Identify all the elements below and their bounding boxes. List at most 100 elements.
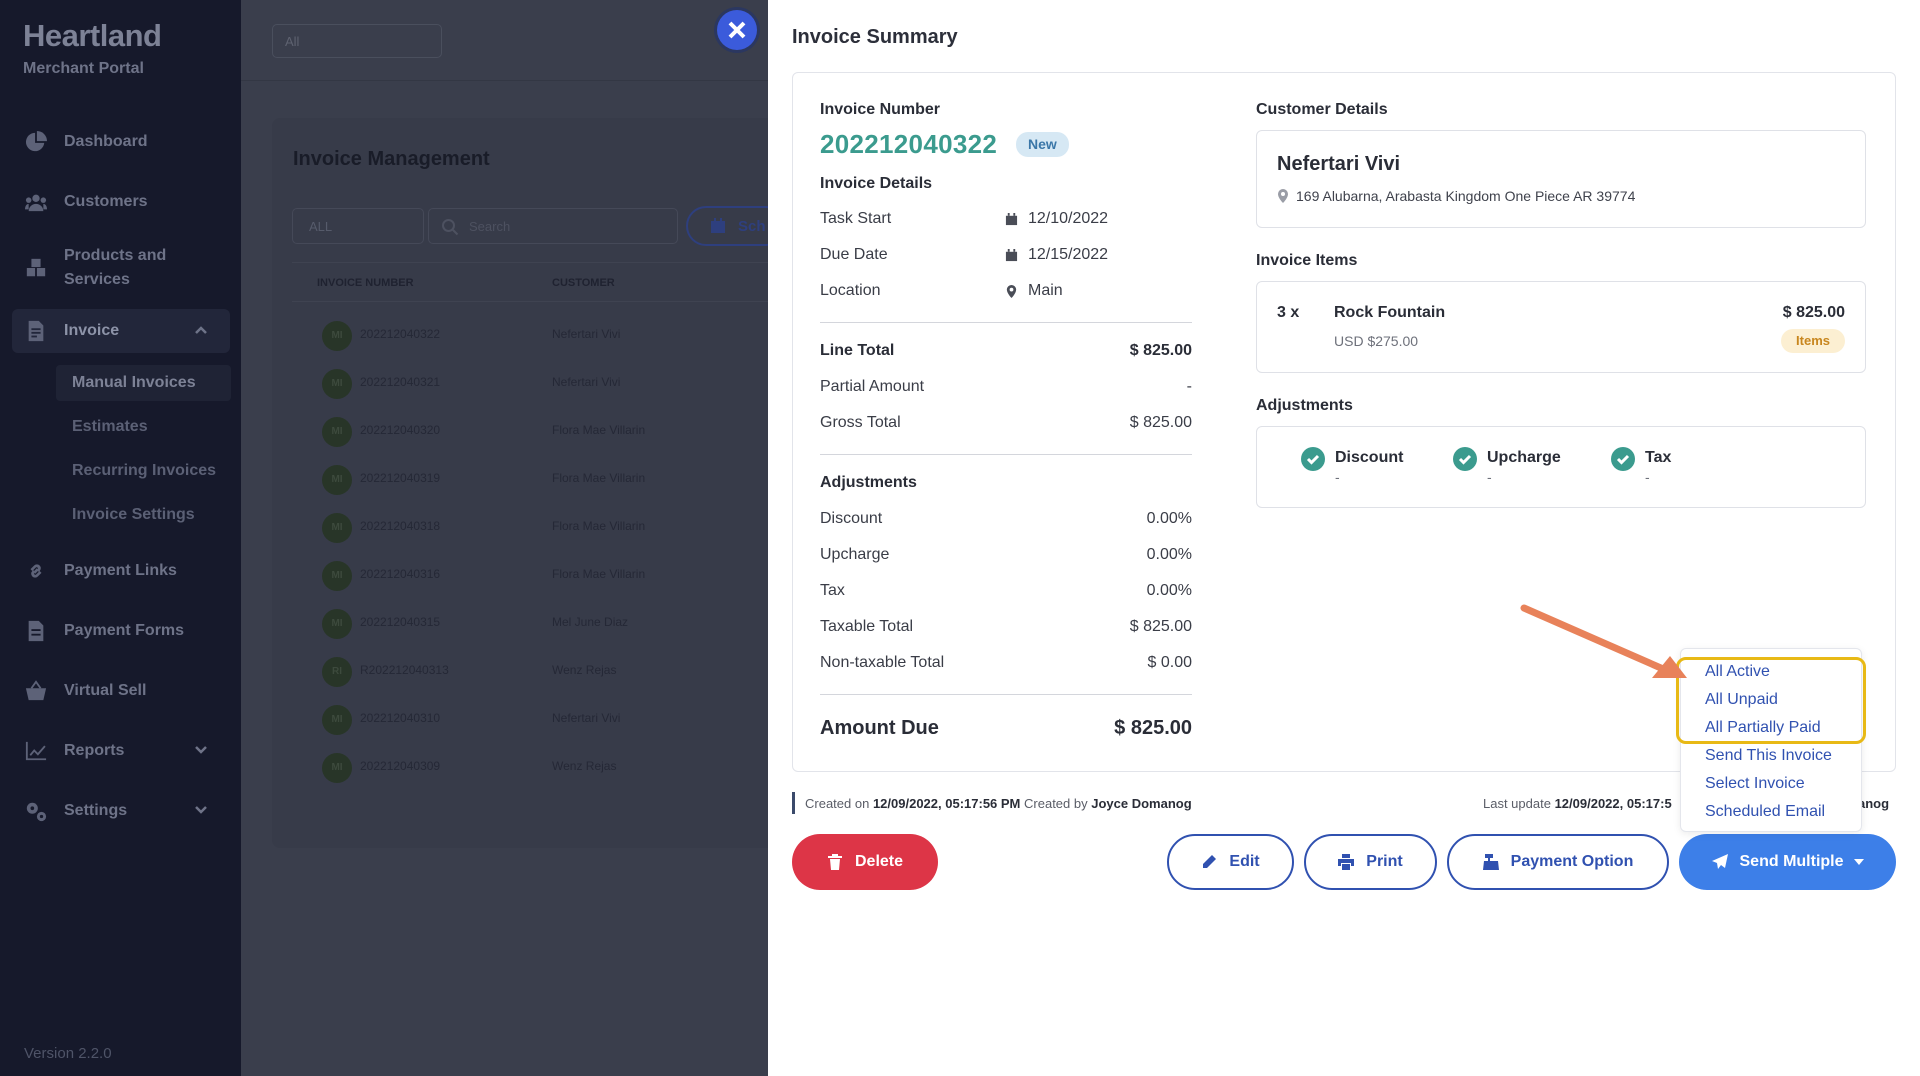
table-row[interactable]: MI 202212040309 Wenz Rejas: [292, 742, 792, 790]
menu-item-send-this-invoice[interactable]: Send This Invoice: [1705, 747, 1832, 765]
upcharge-row: Upcharge 0.00%: [820, 546, 1192, 568]
customer-cell: Flora Mae Villarin: [552, 567, 646, 581]
calendar-icon: [1005, 248, 1018, 261]
column-header-invoice-number: INVOICE NUMBER: [317, 277, 414, 289]
link-icon: [24, 559, 48, 583]
check-circle-icon: [1301, 447, 1325, 471]
upcharge-adjustment: Upcharge -: [1453, 447, 1561, 485]
sidebar-item-dashboard[interactable]: Dashboard: [12, 120, 230, 164]
invoice-number-cell: 202212040309: [360, 759, 441, 773]
invoice-number-cell: 202212040318: [360, 519, 441, 533]
users-icon: [24, 190, 48, 214]
table-row[interactable]: MI 202212040310 Nefertari Vivi: [292, 694, 792, 742]
table-row[interactable]: MI 202212040319 Flora Mae Villarin: [292, 454, 792, 502]
chevron-down-icon: [194, 743, 208, 757]
check-circle-icon: [1453, 447, 1477, 471]
tax-adjustment: Tax -: [1611, 447, 1671, 485]
taxable-total-row: Taxable Total $ 825.00: [820, 618, 1192, 640]
item-name: Rock Fountain: [1334, 304, 1446, 321]
table-row[interactable]: MI 202212040315 Mel June Diaz: [292, 598, 792, 646]
customer-cell: Mel June Diaz: [552, 615, 629, 629]
sidebar-item-virtual-sell[interactable]: Virtual Sell: [12, 669, 230, 713]
table-row[interactable]: MI 202212040316 Flora Mae Villarin: [292, 550, 792, 598]
table-row[interactable]: MI 202212040318 Flora Mae Villarin: [292, 502, 792, 550]
avatar: MI: [322, 369, 352, 399]
menu-item-select-invoice[interactable]: Select Invoice: [1705, 775, 1805, 793]
chevron-down-icon: [194, 803, 208, 817]
sidebar-sub-estimates[interactable]: Estimates: [56, 409, 231, 445]
adjustments-right-heading: Adjustments: [1256, 397, 1353, 414]
payment-option-button[interactable]: Payment Option: [1447, 834, 1669, 890]
discount-value: 0.00%: [1146, 510, 1192, 527]
calendar-icon: [1005, 212, 1018, 225]
table-row[interactable]: MI 202212040321 Nefertari Vivi: [292, 358, 792, 406]
payment-option-label: Payment Option: [1510, 853, 1634, 870]
discount-row: Discount 0.00%: [820, 510, 1192, 532]
sidebar-item-customers[interactable]: Customers: [12, 180, 230, 224]
divider: [820, 454, 1192, 455]
nontaxable-total-label: Non-taxable Total: [820, 654, 945, 671]
close-icon: [728, 21, 746, 39]
sidebar-sub-recurring-invoices[interactable]: Recurring Invoices: [56, 453, 231, 489]
edit-button[interactable]: Edit: [1167, 834, 1294, 890]
avatar: MI: [322, 321, 352, 351]
avatar: MI: [322, 609, 352, 639]
sidebar-item-invoice[interactable]: Invoice: [12, 309, 230, 353]
partial-amount-row: Partial Amount -: [820, 378, 1192, 400]
map-pin-icon: [1006, 284, 1017, 298]
annotation-arrow-icon: [1520, 604, 1687, 678]
customer-cell: Wenz Rejas: [552, 663, 617, 677]
taxable-total-label: Taxable Total: [820, 618, 914, 635]
status-filter-select[interactable]: ALL: [292, 208, 424, 244]
invoice-number-cell: 202212040316: [360, 567, 441, 581]
column-header-customer: CUSTOMER: [552, 277, 615, 289]
sidebar-item-payment-links[interactable]: Payment Links: [12, 549, 230, 593]
delete-button[interactable]: Delete: [792, 834, 938, 890]
invoice-details-heading: Invoice Details: [820, 175, 933, 192]
location-label: Location: [820, 282, 881, 299]
customer-name: Nefertari Vivi: [1277, 153, 1401, 175]
close-modal-button[interactable]: [717, 10, 757, 50]
customer-address: 169 Alubarna, Arabasta Kingdom One Piece…: [1277, 188, 1635, 204]
customer-cell: Nefertari Vivi: [552, 327, 621, 341]
task-start-row: Task Start 12/10/2022: [820, 210, 1192, 232]
customer-address-text: 169 Alubarna, Arabasta Kingdom One Piece…: [1296, 188, 1636, 204]
amount-due-label: Amount Due: [820, 717, 939, 739]
created-prefix: Created on: [805, 796, 870, 811]
cash-register-icon: [1482, 854, 1499, 870]
invoice-number-cell: 202212040310: [360, 711, 441, 725]
adjustment-label: Tax: [1645, 449, 1672, 466]
sidebar-item-label: Customers: [64, 193, 148, 210]
delete-label: Delete: [854, 853, 904, 870]
table-header: INVOICE NUMBER CUSTOMER: [292, 262, 792, 302]
table-row[interactable]: RI R202212040313 Wenz Rejas: [292, 646, 792, 694]
location: Main: [1028, 282, 1063, 299]
line-total-label: Line Total: [820, 342, 895, 359]
sidebar-item-label: Invoice: [64, 322, 120, 339]
avatar: MI: [322, 513, 352, 543]
task-start-date: 12/10/2022: [1028, 210, 1109, 227]
table-row[interactable]: MI 202212040322 Nefertari Vivi: [292, 310, 792, 358]
sidebar-item-payment-forms[interactable]: Payment Forms: [12, 609, 230, 653]
gross-total-label: Gross Total: [820, 414, 901, 431]
calendar-icon: [710, 218, 726, 234]
search-input[interactable]: Search: [428, 208, 678, 244]
sidebar-sub-invoice-settings[interactable]: Invoice Settings: [56, 497, 231, 533]
sidebar-sub-manual-invoices[interactable]: Manual Invoices: [56, 365, 231, 401]
invoice-icon: [24, 319, 48, 343]
sidebar-item-settings[interactable]: Settings: [12, 789, 230, 833]
menu-item-scheduled-email[interactable]: Scheduled Email: [1705, 803, 1825, 821]
print-button[interactable]: Print: [1304, 834, 1437, 890]
adjustment-label: Upcharge: [1487, 449, 1561, 466]
send-multiple-button[interactable]: Send Multiple: [1679, 834, 1896, 890]
avatar: MI: [322, 417, 352, 447]
customer-cell: Flora Mae Villarin: [552, 519, 646, 533]
sidebar-item-reports[interactable]: Reports: [12, 729, 230, 773]
invoice-number-cell: R202212040313: [360, 663, 449, 677]
top-filter-select[interactable]: All: [272, 24, 442, 58]
nontaxable-total-value: $ 0.00: [1147, 654, 1192, 671]
brand-logo: Heartland Merchant Portal: [23, 18, 162, 78]
sidebar-item-products[interactable]: Products and Services: [12, 240, 230, 296]
table-row[interactable]: MI 202212040320 Flora Mae Villarin: [292, 406, 792, 454]
adjustment-value: -: [1487, 469, 1492, 485]
